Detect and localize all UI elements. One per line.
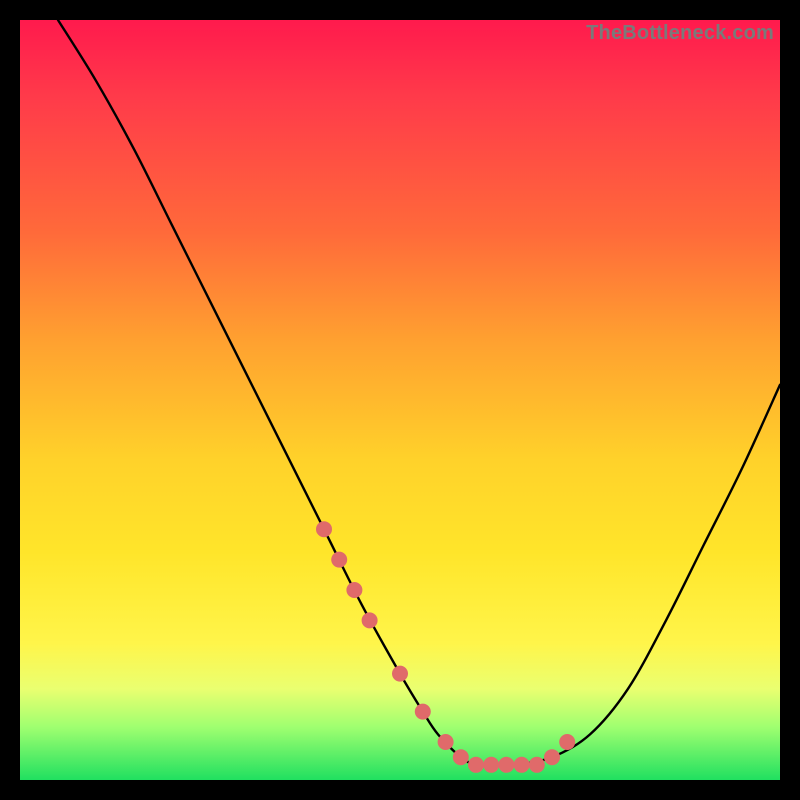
highlight-dot — [415, 704, 431, 720]
highlight-dot — [498, 757, 514, 773]
highlight-dot — [331, 552, 347, 568]
plot-area: TheBottleneck.com — [20, 20, 780, 780]
highlight-dot — [529, 757, 545, 773]
highlight-dot — [346, 582, 362, 598]
highlight-dot — [438, 734, 454, 750]
bottleneck-curve-path — [58, 20, 780, 765]
highlight-dot — [453, 749, 469, 765]
highlight-dot — [362, 612, 378, 628]
highlight-dot — [468, 757, 484, 773]
highlight-dot — [559, 734, 575, 750]
highlight-dot — [316, 521, 332, 537]
highlight-dot — [483, 757, 499, 773]
highlight-dot — [544, 749, 560, 765]
bottleneck-curve-svg — [20, 20, 780, 780]
chart-stage: TheBottleneck.com — [0, 0, 800, 800]
optimal-range-dots — [316, 521, 575, 773]
highlight-dot — [514, 757, 530, 773]
highlight-dot — [392, 666, 408, 682]
